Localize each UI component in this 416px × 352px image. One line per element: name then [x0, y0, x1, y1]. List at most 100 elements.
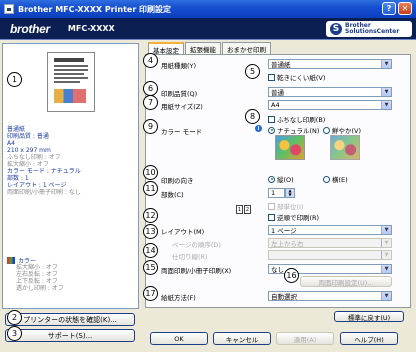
- callout-marker: 9: [143, 119, 158, 134]
- solutions-center-icon: S: [330, 23, 342, 35]
- callout-marker: 16: [284, 268, 299, 283]
- color-natural-label: ナチュラル(N): [277, 127, 320, 135]
- media-type-value: 普通紙: [271, 61, 291, 69]
- callout-marker: 15: [143, 260, 158, 275]
- color-settings-list: 拡大縮小 : オフ 左右反転 : オフ 上下反転 : オフ 透かし印刷 : オフ: [16, 264, 64, 292]
- ok-button[interactable]: OK: [150, 332, 208, 345]
- solutions-center-link[interactable]: S Brother SolutionsCenter: [326, 21, 412, 37]
- color-vivid-label: 鮮やか(V): [332, 127, 362, 135]
- layout-pages-icon: 12: [236, 205, 252, 214]
- checkbox-box: [268, 202, 275, 210]
- radio-dot: [323, 126, 330, 134]
- solutions-line2: SolutionsCenter: [345, 28, 400, 35]
- copies-input[interactable]: 1: [268, 188, 285, 198]
- callout-marker: 7: [143, 95, 158, 110]
- tab-advanced[interactable]: 拡張機能: [185, 42, 221, 54]
- tab-bar: 基本設定 拡張機能 おまかせ印刷: [148, 42, 272, 55]
- chevron-down-icon: ▼: [381, 239, 391, 247]
- window-title: Brother MFC-XXXX Printer 印刷設定: [18, 4, 172, 14]
- support-button[interactable]: サポート(S)...: [5, 329, 135, 342]
- paper-source-label: 給紙方法(F): [161, 294, 196, 302]
- callout-marker: 4: [143, 53, 158, 68]
- callout-marker: 13: [143, 224, 158, 239]
- apply-button[interactable]: 適用(A): [276, 332, 334, 345]
- layout-label: レイアウト(M): [161, 228, 205, 236]
- callout-marker: 3: [7, 326, 22, 341]
- color-natural-radio[interactable]: ナチュラル(N): [268, 125, 319, 135]
- page-order-select[interactable]: 左上から右 ▼: [268, 238, 392, 248]
- callout-marker: 17: [143, 286, 158, 301]
- layout-page-1: 1: [236, 205, 243, 214]
- paper-source-value: 自動選択: [271, 293, 297, 301]
- paper-size-label: 用紙サイズ(Z): [161, 103, 203, 111]
- orientation-label: 印刷の向き: [161, 177, 194, 185]
- collate-label: 部単位(I): [277, 203, 304, 211]
- checkbox-box: [268, 213, 275, 221]
- natural-preview-image: [275, 135, 305, 160]
- checkbox-box: [268, 115, 275, 123]
- checkbox-box: [268, 73, 275, 81]
- border-line-select[interactable]: ▼: [268, 250, 392, 260]
- print-quality-value: 普通: [271, 89, 284, 97]
- landscape-radio[interactable]: 横(E): [323, 174, 348, 184]
- tab-print-profiles[interactable]: おまかせ印刷: [222, 42, 271, 54]
- page-order-label: ページの順序(D): [172, 241, 221, 249]
- collate-checkbox[interactable]: 部単位(I): [268, 201, 304, 211]
- callout-marker: 14: [143, 243, 158, 258]
- duplex-settings-button[interactable]: 両面印刷設定(U)...: [300, 276, 392, 287]
- duplex-value: なし: [271, 266, 284, 274]
- callout-marker: 1: [7, 72, 22, 87]
- copies-spinner[interactable]: ▲ ▼: [285, 188, 295, 198]
- summary-line: カラー モード : ナチュラル: [7, 168, 81, 175]
- copies-label: 部数(C): [161, 191, 184, 199]
- summary-line: 普通紙: [7, 126, 26, 133]
- slow-drying-label: 乾きにくい紙(V): [277, 74, 326, 82]
- callout-marker: 5: [245, 64, 260, 79]
- summary-line: 拡大縮小 : オフ: [7, 161, 49, 168]
- media-type-label: 用紙種類(Y): [161, 62, 197, 70]
- chevron-down-icon: ▼: [381, 265, 391, 273]
- borderless-checkbox[interactable]: ふちなし印刷(B): [268, 114, 325, 124]
- layout-select[interactable]: 1 ページ ▼: [268, 225, 392, 235]
- chevron-down-icon: ▼: [381, 292, 391, 300]
- summary-line: 上下反転 : オフ: [16, 278, 58, 285]
- help-button[interactable]: ?: [382, 2, 396, 15]
- info-icon[interactable]: i: [255, 125, 262, 132]
- print-quality-select[interactable]: 普通 ▼: [268, 87, 392, 97]
- summary-line: 印刷品質 : 普通: [7, 133, 49, 140]
- settings-summary: 普通紙 印刷品質 : 普通 A4 210 x 297 mm ふちなし印刷 : オ…: [7, 126, 137, 196]
- restore-defaults-button[interactable]: 標準に戻す(U): [334, 311, 404, 322]
- summary-line: レイアウト : 1 ページ: [7, 182, 67, 189]
- cancel-button[interactable]: キャンセル: [213, 332, 271, 345]
- radio-dot: [268, 175, 275, 183]
- color-icon: [7, 257, 15, 264]
- chevron-down-icon: ▼: [381, 226, 391, 234]
- summary-line: 透かし印刷 : オフ: [16, 285, 64, 292]
- summary-line: ふちなし印刷 : オフ: [7, 154, 61, 161]
- printer-app-icon: [4, 4, 14, 14]
- borderless-label: ふちなし印刷(B): [277, 116, 326, 124]
- callout-marker: 2: [7, 310, 22, 325]
- summary-line: 拡大縮小 : オフ: [16, 264, 58, 271]
- radio-dot: [323, 175, 330, 183]
- paper-size-select[interactable]: A4 ▼: [268, 100, 392, 110]
- border-line-label: 仕切り線(R): [172, 253, 208, 261]
- paper-source-select[interactable]: 自動選択 ▼: [268, 291, 392, 301]
- check-printer-status-button[interactable]: プリンターの状態を確認(K)...: [5, 313, 135, 326]
- close-button[interactable]: ✕: [398, 2, 412, 15]
- callout-marker: 10: [143, 165, 158, 180]
- color-mode-label: カラー モード: [161, 128, 203, 136]
- color-vivid-radio[interactable]: 鮮やか(V): [323, 125, 361, 135]
- portrait-label: 縦(O): [277, 176, 294, 184]
- callout-marker: 12: [143, 208, 158, 223]
- reverse-order-checkbox[interactable]: 逆順で印刷(R): [268, 212, 319, 222]
- media-type-select[interactable]: 普通紙 ▼: [268, 59, 392, 69]
- chevron-down-icon: ▼: [381, 251, 391, 259]
- summary-line: 部数 : 1: [7, 175, 29, 182]
- portrait-radio[interactable]: 縦(O): [268, 174, 294, 184]
- copies-value: 1: [271, 189, 276, 197]
- help-dialog-button[interactable]: ヘルプ(H): [340, 332, 398, 345]
- slow-drying-checkbox[interactable]: 乾きにくい紙(V): [268, 72, 325, 82]
- paper-size-value: A4: [271, 101, 280, 109]
- chevron-down-icon: ▼: [381, 88, 391, 96]
